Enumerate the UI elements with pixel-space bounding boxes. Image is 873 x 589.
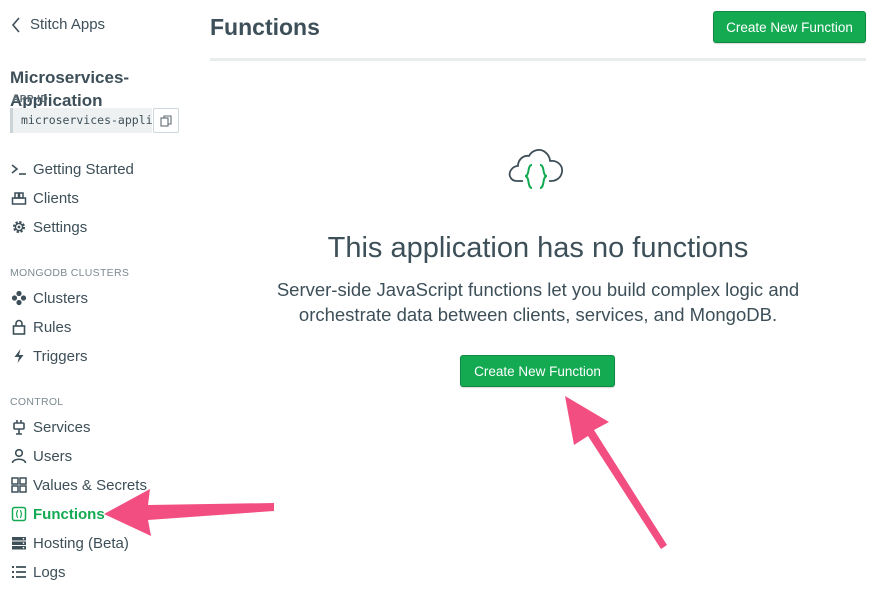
sidebar-item-label: Services: [33, 418, 91, 436]
sidebar: Stitch Apps Microservices-Application AP…: [0, 0, 200, 589]
functions-icon: [10, 506, 27, 523]
header-divider: [210, 58, 866, 61]
sidebar-item-rules[interactable]: Rules: [10, 316, 71, 338]
sidebar-item-clients[interactable]: Clients: [10, 187, 79, 209]
clients-icon: [10, 190, 27, 207]
sidebar-item-functions[interactable]: Functions: [10, 503, 105, 525]
sidebar-item-getting-started[interactable]: Getting Started: [10, 158, 134, 180]
section-label-control: CONTROL: [10, 396, 64, 408]
chevron-left-icon: [11, 16, 20, 33]
annotation-arrow-up: [565, 396, 667, 549]
sidebar-item-label: Getting Started: [33, 160, 134, 178]
empty-state-title: This application has no functions: [327, 232, 749, 264]
cloud-braces-icon: [508, 149, 563, 189]
sidebar-item-clusters[interactable]: Clusters: [10, 287, 88, 309]
list-icon: [10, 564, 27, 581]
empty-state-description: Server-side JavaScript functions let you…: [276, 279, 800, 325]
back-to-stitch-apps-link[interactable]: Stitch Apps: [10, 16, 105, 33]
sidebar-item-services[interactable]: Services: [10, 416, 91, 438]
sidebar-item-label: Users: [33, 447, 73, 465]
app-id-box: microservices-application: [10, 108, 179, 133]
sidebar-item-label: Values & Secrets: [33, 476, 147, 494]
cluster-icon: [10, 290, 27, 307]
copy-icon: [160, 114, 172, 127]
sidebar-item-settings[interactable]: Settings: [10, 216, 87, 238]
copy-app-id-button[interactable]: [153, 108, 179, 133]
create-new-function-button[interactable]: Create New Function: [713, 11, 866, 43]
app-title: Microservices-Application: [10, 68, 130, 110]
server-icon: [10, 535, 27, 552]
sidebar-item-label: Settings: [33, 218, 88, 236]
empty-state-create-function-button[interactable]: Create New Function: [460, 355, 615, 387]
app-id-value[interactable]: microservices-application: [10, 108, 152, 133]
plug-icon: [10, 419, 27, 436]
back-link-label: Stitch Apps: [30, 16, 106, 33]
sidebar-item-logs[interactable]: Logs: [10, 561, 66, 583]
sidebar-item-users[interactable]: Users: [10, 445, 72, 467]
page-title: Functions: [210, 14, 320, 40]
user-icon: [10, 448, 27, 465]
sidebar-item-label: Triggers: [33, 347, 88, 365]
sidebar-item-label: Rules: [33, 318, 72, 336]
section-label-mongodb-clusters: MONGODB CLUSTERS: [10, 267, 130, 279]
sidebar-item-label: Logs: [33, 563, 66, 581]
gear-icon: [10, 219, 27, 236]
sidebar-item-triggers[interactable]: Triggers: [10, 345, 87, 367]
lightning-icon: [10, 348, 27, 365]
sidebar-item-label: Functions: [33, 505, 105, 523]
sidebar-item-label: Clients: [33, 189, 79, 207]
grid-icon: [10, 477, 27, 494]
sidebar-item-label: Hosting (Beta): [33, 534, 129, 552]
app-id-label: APP ID: [12, 94, 49, 105]
lock-icon: [10, 319, 27, 336]
sidebar-item-hosting[interactable]: Hosting (Beta): [10, 532, 129, 554]
sidebar-item-label: Clusters: [33, 289, 89, 307]
sidebar-item-values-secrets[interactable]: Values & Secrets: [10, 474, 147, 496]
terminal-icon: [10, 161, 27, 178]
